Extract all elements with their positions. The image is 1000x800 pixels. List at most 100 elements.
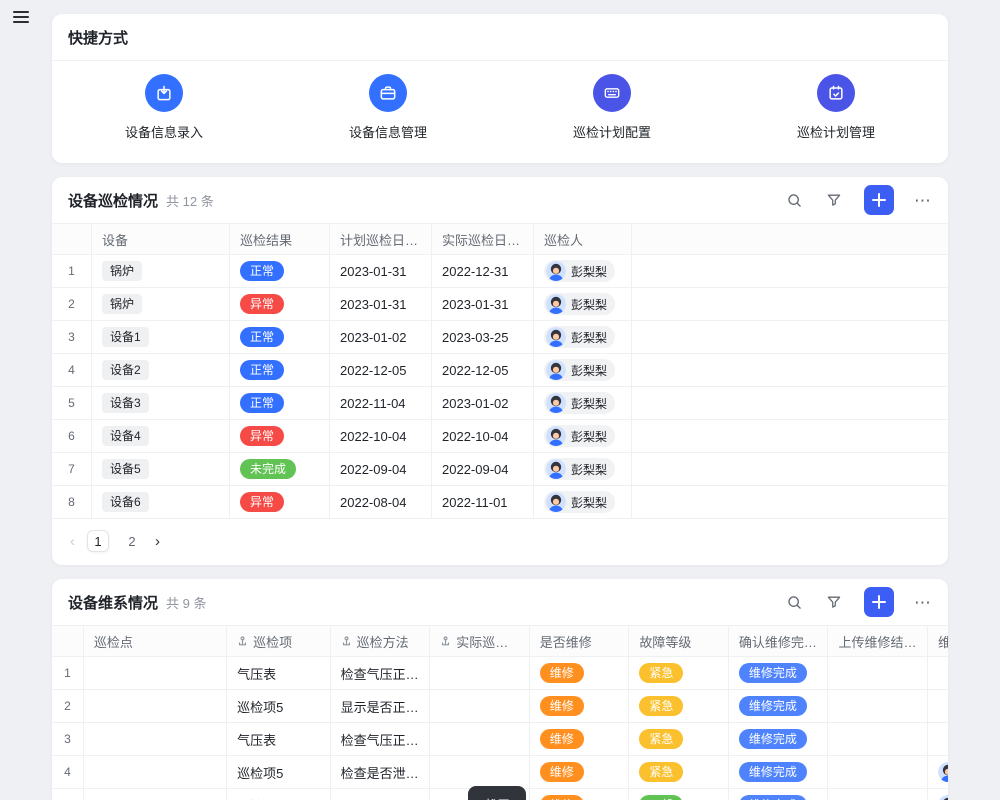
- column-inspect-item[interactable]: 巡检项: [227, 626, 331, 656]
- confirm-done-cell[interactable]: 维修完成: [729, 756, 829, 788]
- filter-icon[interactable]: [824, 190, 844, 210]
- need-repair-cell[interactable]: 维修: [530, 723, 630, 755]
- shortcut-inspect-plan-config[interactable]: 巡检计划配置: [573, 74, 651, 141]
- person-cell[interactable]: 彭梨梨: [534, 453, 632, 485]
- column-upload-result[interactable]: 上传维修结…: [828, 626, 928, 656]
- fault-level-cell[interactable]: 紧急: [629, 723, 729, 755]
- actual-inspect-cell[interactable]: [430, 690, 530, 722]
- column-device[interactable]: 设备: [92, 224, 230, 254]
- shortcut-device-info-manage[interactable]: 设备信息管理: [349, 74, 427, 141]
- column-fault-level[interactable]: 故障等级: [629, 626, 729, 656]
- upload-result-cell[interactable]: [828, 756, 928, 788]
- table-row[interactable]: 7 设备5 未完成 2022-09-04 2022-09-04: [52, 453, 948, 486]
- plan-date-cell[interactable]: 2022-12-05: [330, 354, 432, 386]
- menu-icon[interactable]: [13, 11, 29, 23]
- person-cell[interactable]: 彭梨梨: [534, 354, 632, 386]
- device-cell[interactable]: 锅炉: [92, 288, 230, 320]
- upload-result-cell[interactable]: [828, 789, 928, 800]
- page-1-button[interactable]: 1: [87, 530, 109, 552]
- table-row[interactable]: 1 锅炉 正常 2023-01-31 2022-12-31: [52, 255, 948, 288]
- inspect-method-cell[interactable]: 检查气压正…: [331, 723, 431, 755]
- table-row[interactable]: 3 气压表 检查气压正… 维修 紧急 维修完成: [52, 723, 948, 756]
- inspect-item-cell[interactable]: 气压表: [227, 657, 331, 689]
- column-repair-person[interactable]: 维: [928, 626, 948, 656]
- device-cell[interactable]: 设备6: [92, 486, 230, 518]
- need-repair-cell[interactable]: 维修: [530, 657, 630, 689]
- table-row[interactable]: 3 设备1 正常 2023-01-02 2023-03-25: [52, 321, 948, 354]
- column-result[interactable]: 巡检结果: [230, 224, 330, 254]
- person-cell[interactable]: 彭梨梨: [534, 255, 632, 287]
- table-row[interactable]: 4 巡检项5 检查是否泄… 维修 紧急 维修完成: [52, 756, 948, 789]
- actual-inspect-cell[interactable]: [430, 723, 530, 755]
- upload-result-cell[interactable]: [828, 690, 928, 722]
- plan-date-cell[interactable]: 2023-01-31: [330, 288, 432, 320]
- inspect-item-cell[interactable]: 巡检项5: [227, 789, 331, 800]
- person-cell[interactable]: 彭梨梨: [534, 387, 632, 419]
- actual-date-cell[interactable]: 2023-03-25: [432, 321, 534, 353]
- plan-date-cell[interactable]: 2022-11-04: [330, 387, 432, 419]
- fault-level-cell[interactable]: 紧急: [629, 657, 729, 689]
- fault-level-cell[interactable]: 紧急: [629, 756, 729, 788]
- prev-page-icon[interactable]: ‹: [70, 534, 75, 549]
- result-cell[interactable]: 正常: [230, 255, 330, 287]
- shortcut-device-info-entry[interactable]: 设备信息录入: [125, 74, 203, 141]
- need-repair-cell[interactable]: 维修: [530, 690, 630, 722]
- next-page-icon[interactable]: ›: [155, 534, 160, 549]
- fault-level-cell[interactable]: 紧急: [629, 690, 729, 722]
- result-cell[interactable]: 异常: [230, 288, 330, 320]
- person-cell[interactable]: 彭梨梨: [534, 288, 632, 320]
- table-row[interactable]: 2 巡检项5 显示是否正… 维修 紧急 维修完成: [52, 690, 948, 723]
- fault-level-cell[interactable]: 一般: [629, 789, 729, 800]
- actual-inspect-cell[interactable]: [430, 657, 530, 689]
- inspect-method-cell[interactable]: 显示是否正…: [331, 789, 431, 800]
- device-cell[interactable]: 设备2: [92, 354, 230, 386]
- need-repair-cell[interactable]: 维修: [530, 789, 630, 800]
- result-cell[interactable]: 正常: [230, 387, 330, 419]
- inspect-point-cell[interactable]: [84, 657, 227, 689]
- inspect-method-cell[interactable]: 显示是否正…: [331, 690, 431, 722]
- inspect-point-cell[interactable]: [84, 723, 227, 755]
- need-repair-cell[interactable]: 维修: [530, 756, 630, 788]
- actual-date-cell[interactable]: 2022-12-05: [432, 354, 534, 386]
- inspect-method-cell[interactable]: 检查气压正…: [331, 657, 431, 689]
- search-icon[interactable]: [784, 592, 804, 612]
- inspect-item-cell[interactable]: 巡检项5: [227, 690, 331, 722]
- device-cell[interactable]: 设备1: [92, 321, 230, 353]
- result-cell[interactable]: 正常: [230, 354, 330, 386]
- table-row[interactable]: 4 设备2 正常 2022-12-05 2022-12-05: [52, 354, 948, 387]
- upload-result-cell[interactable]: [828, 657, 928, 689]
- result-cell[interactable]: 异常: [230, 420, 330, 452]
- actual-date-cell[interactable]: 2022-09-04: [432, 453, 534, 485]
- result-cell[interactable]: 未完成: [230, 453, 330, 485]
- result-cell[interactable]: 异常: [230, 486, 330, 518]
- confirm-done-cell[interactable]: 维修完成: [729, 657, 829, 689]
- more-icon[interactable]: ⋯: [914, 192, 932, 209]
- inspect-item-cell[interactable]: 巡检项5: [227, 756, 331, 788]
- actual-date-cell[interactable]: 2022-10-04: [432, 420, 534, 452]
- confirm-done-cell[interactable]: 维修完成: [729, 690, 829, 722]
- result-cell[interactable]: 正常: [230, 321, 330, 353]
- column-inspect-point[interactable]: 巡检点: [84, 626, 227, 656]
- repair-person-cell[interactable]: [928, 690, 948, 722]
- table-row[interactable]: 1 气压表 检查气压正… 维修 紧急 维修完成: [52, 657, 948, 690]
- device-cell[interactable]: 设备4: [92, 420, 230, 452]
- inspect-method-cell[interactable]: 检查是否泄…: [331, 756, 431, 788]
- plan-date-cell[interactable]: 2023-01-02: [330, 321, 432, 353]
- plan-date-cell[interactable]: 2022-10-04: [330, 420, 432, 452]
- actual-date-cell[interactable]: 2022-12-31: [432, 255, 534, 287]
- inspect-item-cell[interactable]: 气压表: [227, 723, 331, 755]
- repair-person-cell[interactable]: [928, 657, 948, 689]
- table-row[interactable]: 6 设备4 异常 2022-10-04 2022-10-04: [52, 420, 948, 453]
- repair-person-cell[interactable]: [928, 789, 948, 800]
- shortcut-inspect-plan-manage[interactable]: 巡检计划管理: [797, 74, 875, 141]
- more-icon[interactable]: ⋯: [914, 594, 932, 611]
- add-record-button[interactable]: [864, 185, 894, 215]
- column-actual-date[interactable]: 实际巡检日…: [432, 224, 534, 254]
- confirm-done-cell[interactable]: 维修完成: [729, 723, 829, 755]
- page-2-button[interactable]: 2: [121, 530, 143, 552]
- repair-person-cell[interactable]: [928, 756, 948, 788]
- search-icon[interactable]: [784, 190, 804, 210]
- device-cell[interactable]: 设备5: [92, 453, 230, 485]
- add-record-button[interactable]: [864, 587, 894, 617]
- person-cell[interactable]: 彭梨梨: [534, 321, 632, 353]
